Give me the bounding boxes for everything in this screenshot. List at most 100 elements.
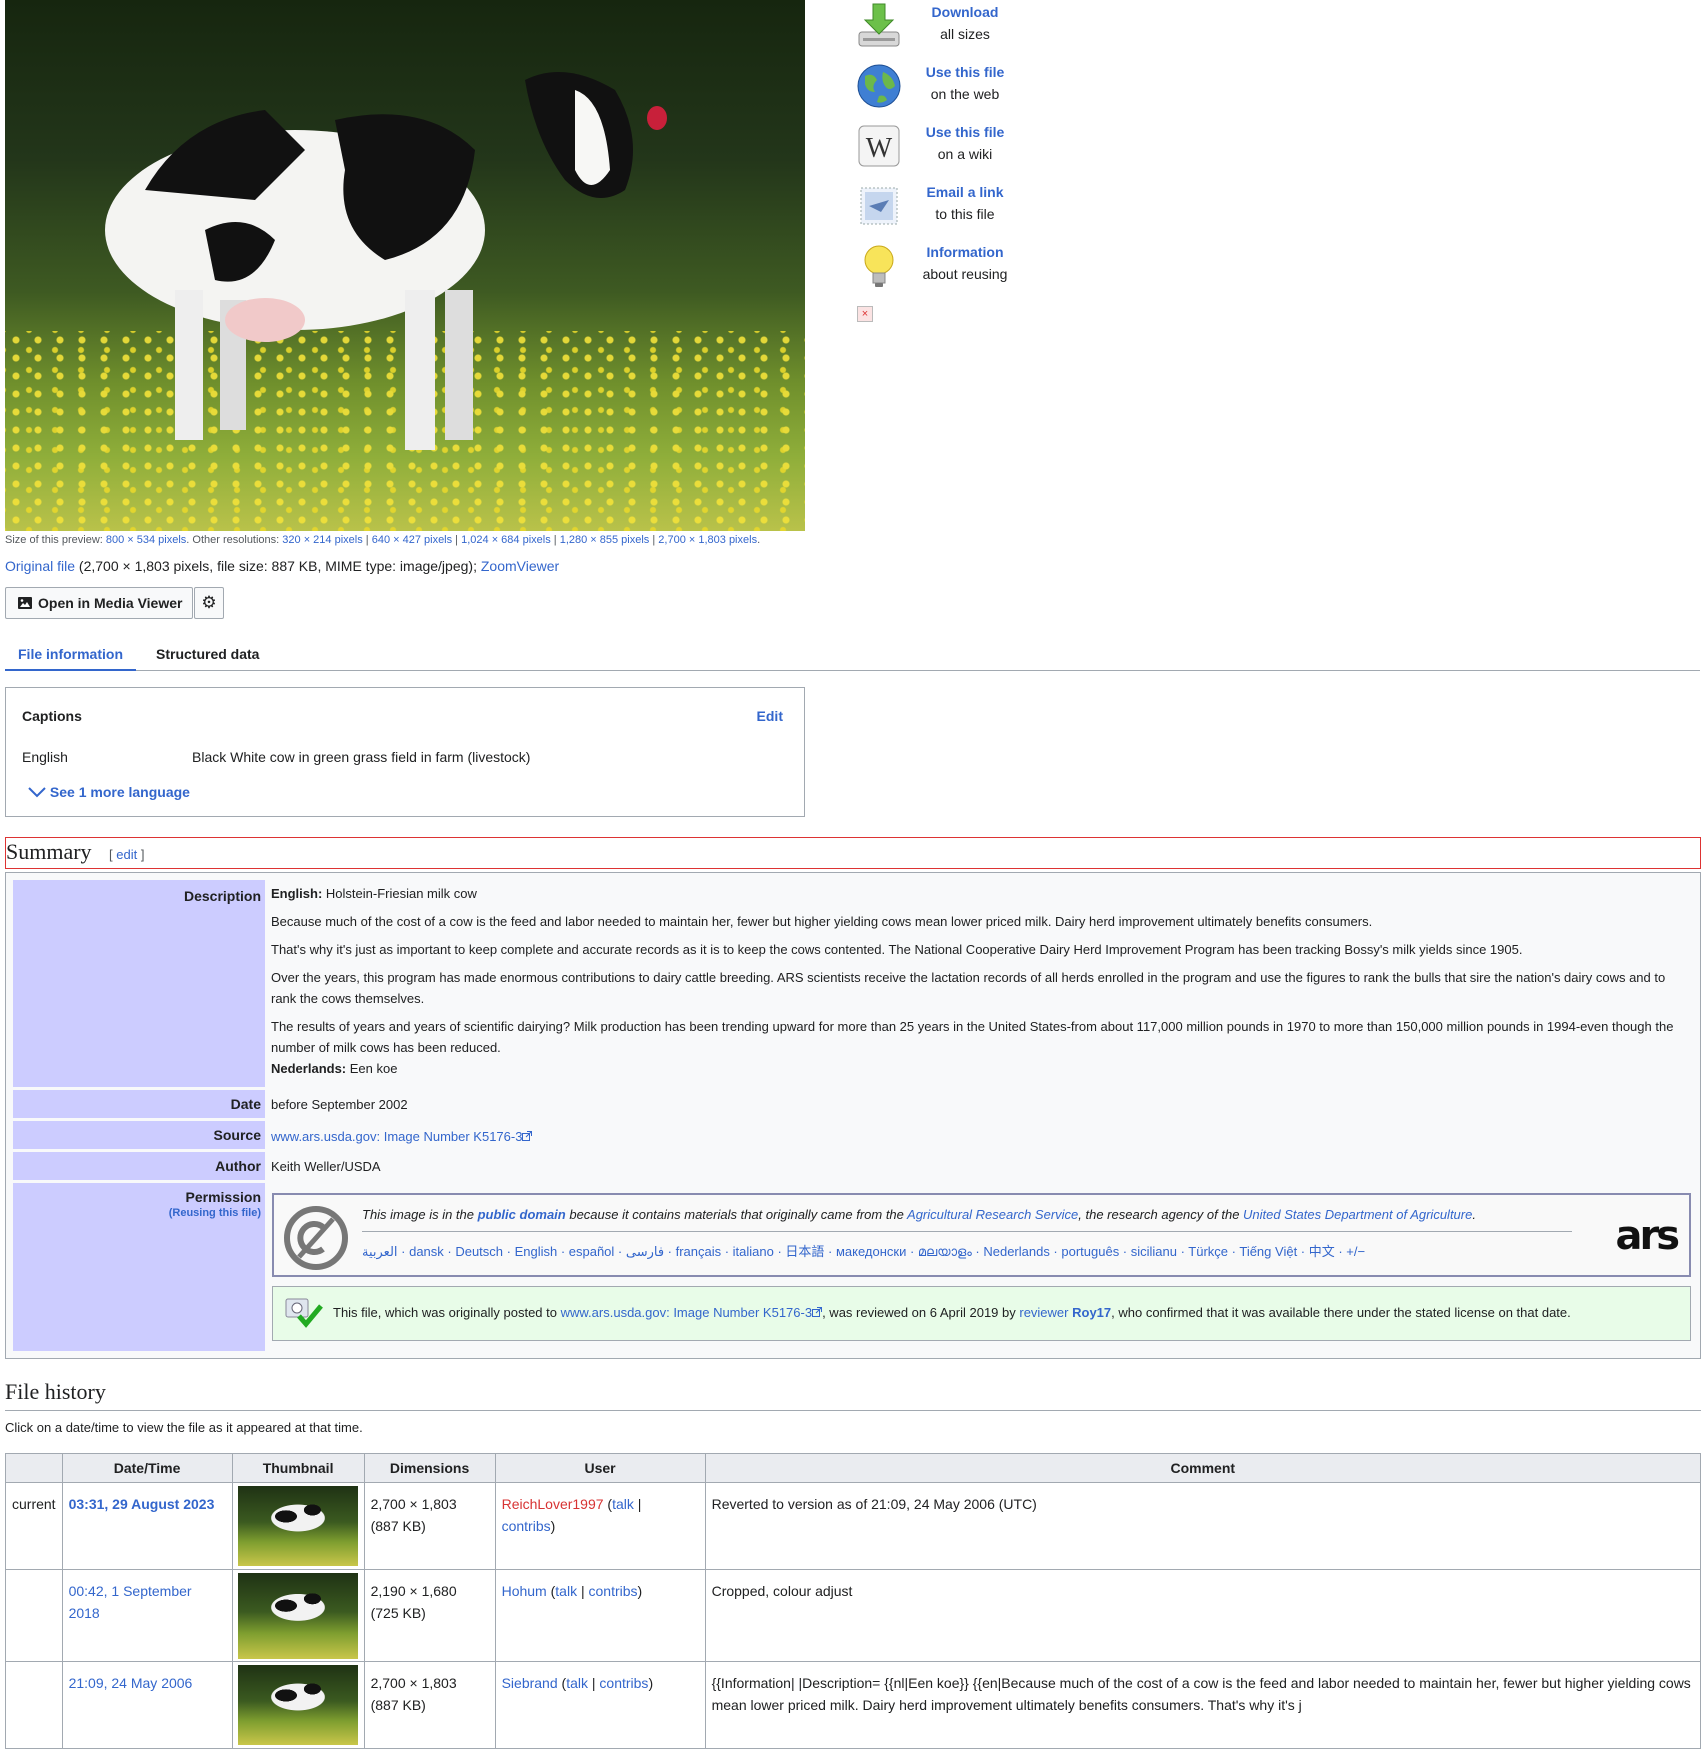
status-cell [5,1661,63,1749]
resolution-link-1024[interactable]: 1,024 × 684 pixels [461,534,551,546]
public-domain-link[interactable]: public domain [478,1207,566,1222]
comment-cell: Cropped, colour adjust [704,1569,1702,1662]
action-information-title: Information [926,244,1004,260]
comment-cell: Reverted to version as of 21:09, 24 May … [704,1482,1702,1570]
separator: | [649,534,659,546]
resolution-link-320[interactable]: 320 × 214 pixels [282,534,362,546]
action-use-on-wiki-sub: on a wiki [937,146,993,162]
ars-logo: ars [1615,1213,1680,1259]
resolution-link-640[interactable]: 640 × 427 pixels [372,534,452,546]
usda-link[interactable]: United States Department of Agriculture [1243,1207,1472,1222]
user-cell: Hohum (talk | contribs) [494,1569,706,1662]
source-value: www.ars.usda.gov: Image Number K5176-3 [271,1126,1691,1147]
original-file-link[interactable]: Original file [5,558,75,574]
size-prefix: Size of this preview: [5,534,106,546]
see-more-languages-button[interactable]: See 1 more language [28,784,190,800]
edit-bracket-close: ] [137,847,145,862]
version-thumbnail[interactable] [237,1573,358,1659]
action-information-reuse[interactable]: Information about reusing [855,240,1055,295]
separator: | [550,534,560,546]
action-download-sub: all sizes [940,26,990,42]
cow-illustration [105,72,667,450]
file-preview-image[interactable] [5,0,805,531]
status-cell: current [5,1482,63,1570]
review-source-link[interactable]: www.ars.usda.gov: Image Number K5176-3 [561,1305,812,1320]
source-label: Source [13,1121,265,1149]
description-paragraph: Because much of the cost of a cow is the… [271,914,1373,929]
dutch-label: Nederlands: [271,1061,347,1076]
captions-edit-button[interactable]: Edit [757,708,783,724]
preview-size-info: Size of this preview: 800 × 534 pixels. … [5,534,760,546]
user-link[interactable]: Hohum [502,1583,547,1599]
license-language-links[interactable]: العربية · dansk · Deutsch · English · es… [362,1241,1365,1260]
table-row: 21:09, 24 May 2006 2,700 × 1,803 (887 KB)… [5,1661,1702,1749]
file-size: (887 KB) [370,1697,426,1713]
tab-structured-data[interactable]: Structured data [143,646,272,671]
author-label: Author [13,1152,265,1180]
dimensions-cell: 2,190 × 1,680 (725 KB) [363,1569,496,1662]
dimensions: 2,700 × 1,803 [370,1496,457,1512]
caption-text: Black White cow in green grass field in … [192,749,531,765]
reviewer-link[interactable]: reviewer [1019,1305,1068,1320]
english-label: English: [271,886,323,901]
description-paragraph: The results of years and years of scient… [271,1019,1674,1055]
action-information-sub: about reusing [922,266,1008,282]
version-date-link[interactable]: 21:09, 24 May 2006 [69,1675,193,1691]
original-file-line: Original file (2,700 × 1,803 pixels, fil… [5,558,559,574]
action-email-link[interactable]: Email a link to this file [855,180,1055,235]
column-header: User [494,1453,706,1483]
summary-edit: [ edit ] [109,847,144,862]
date-value: before September 2002 [271,1097,408,1112]
pd-text-part: because it contains materials that origi… [565,1207,908,1222]
column-header: Comment [704,1453,1702,1483]
public-domain-icon [284,1206,348,1270]
reusing-this-file-link[interactable]: (Reusing this file) [169,1207,261,1219]
description-label: Description [13,880,265,1087]
user-contribs-link[interactable]: contribs [502,1518,551,1534]
description-paragraph: Over the years, this program has made en… [271,970,1666,1006]
file-size: (725 KB) [370,1605,426,1621]
preview-size-link[interactable]: 800 × 534 pixels [106,534,186,546]
version-thumbnail[interactable] [237,1486,358,1566]
user-cell: ReichLover1997 (talk | contribs) [494,1482,706,1570]
other-resolutions-label: . Other resolutions: [186,534,283,546]
summary-edit-link[interactable]: edit [116,847,137,862]
source-link[interactable]: www.ars.usda.gov: Image Number K5176-3 [271,1129,522,1144]
permission-label-text: Permission [185,1189,261,1205]
user-talk-link[interactable]: talk [555,1583,577,1599]
media-viewer-settings-button[interactable]: ⚙ [194,587,224,619]
ars-link[interactable]: Agricultural Research Service [907,1207,1078,1222]
user-talk-link[interactable]: talk [612,1496,634,1512]
version-date-link[interactable]: 03:31, 29 August 2023 [69,1496,215,1512]
action-use-on-web[interactable]: Use this file on the web [855,60,1055,115]
description-paragraph: That's why it's just as important to kee… [271,942,1523,957]
action-use-on-wiki[interactable]: W Use this file on a wiki [855,120,1055,175]
resolution-link-2700[interactable]: 2,700 × 1,803 pixels [658,534,757,546]
open-in-media-viewer-label: Open in Media Viewer [38,595,183,611]
open-in-media-viewer-button[interactable]: Open in Media Viewer [5,587,193,619]
user-contribs-link[interactable]: contribs [589,1583,638,1599]
action-use-on-wiki-title: Use this file [925,124,1005,140]
zoomviewer-link[interactable]: ZoomViewer [481,558,559,574]
version-date-link[interactable]: 00:42, 1 September 2018 [69,1583,192,1621]
action-download[interactable]: Download all sizes [855,0,1055,55]
reviewer-user-link[interactable]: Roy17 [1072,1305,1111,1320]
user-link[interactable]: Siebrand [502,1675,558,1691]
user-contribs-link[interactable]: contribs [599,1675,648,1691]
english-title: Holstein-Friesian milk cow [322,886,477,901]
user-talk-link[interactable]: talk [566,1675,588,1691]
resolution-link-1280[interactable]: 1,280 × 855 pixels [560,534,650,546]
period: . [757,534,761,546]
review-text-part: , was reviewed on 6 April 2019 by [822,1305,1020,1320]
svg-text:W: W [866,133,893,164]
user-link[interactable]: ReichLover1997 [502,1496,604,1512]
version-thumbnail[interactable] [237,1665,358,1745]
summary-title: Summary [6,839,92,864]
license-review-text: This file, which was originally posted t… [333,1305,1571,1320]
action-use-on-web-sub: on the web [930,86,1000,102]
permission-label: Permission (Reusing this file) [13,1183,265,1351]
tab-file-information[interactable]: File information [5,646,136,671]
separator: | [362,534,372,546]
dutch-text: Een koe [346,1061,398,1076]
summary-information-table: Description English: Holstein-Friesian m… [5,872,1701,1359]
